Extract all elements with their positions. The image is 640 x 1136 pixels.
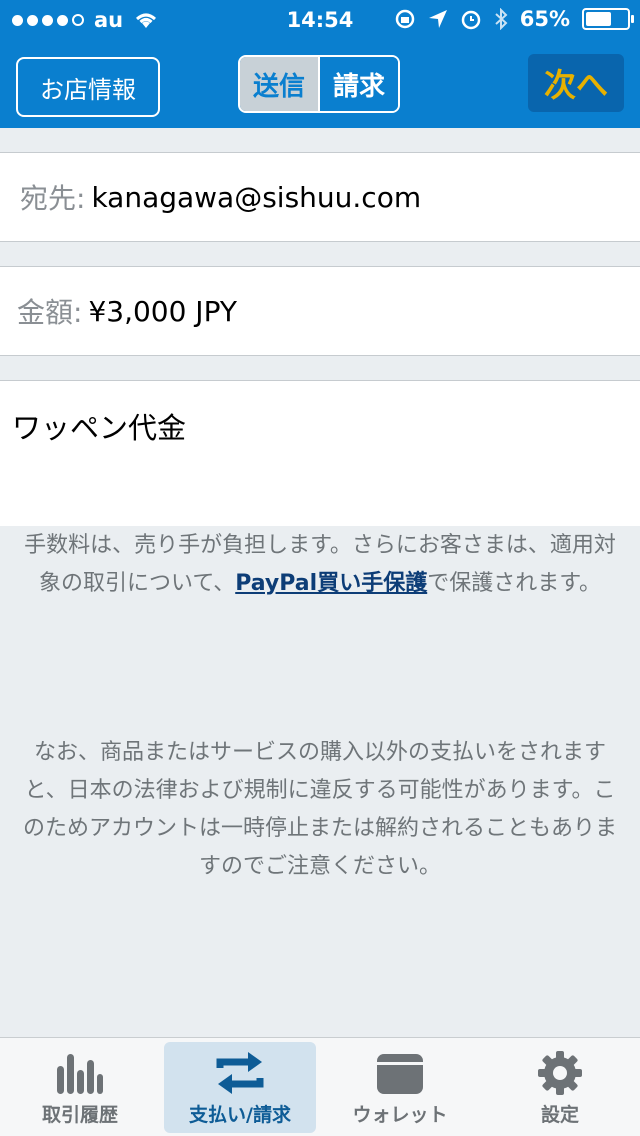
store-info-button[interactable]: お店情報 <box>16 57 160 117</box>
tab-settings[interactable]: 設定 <box>484 1042 636 1133</box>
legal-notice: なお、商品またはサービスの購入以外の支払いをされますと、日本の法律および規制に違… <box>22 740 617 879</box>
battery-icon <box>582 8 634 30</box>
segment-request[interactable]: 請求 <box>318 57 398 111</box>
location-icon <box>428 10 447 28</box>
fee-notice: 手数料は、売り手が負担します。さらにお客さまは、適用対象の取引について、PayP… <box>20 527 620 603</box>
rotation-lock-icon <box>395 9 414 29</box>
buyer-protection-link[interactable]: PayPal買い手保護 <box>235 571 427 596</box>
fee-text-end: で保護されます。 <box>427 571 602 596</box>
bluetooth-icon <box>495 8 508 30</box>
segment-send[interactable]: 送信 <box>240 57 318 111</box>
status-bar: au 14:54 65% <box>0 0 640 40</box>
amount-label: 金額: <box>17 296 83 329</box>
memo-field[interactable]: ワッペン代金 <box>0 380 640 526</box>
tab-wallet[interactable]: ウォレット <box>324 1042 476 1133</box>
tab-history[interactable]: 取引履歴 <box>4 1042 156 1133</box>
next-button[interactable]: 次へ <box>528 54 624 112</box>
recipient-value: kanagawa@sishuu.com <box>91 180 422 214</box>
tab-history-label: 取引履歴 <box>41 1104 118 1126</box>
tab-bar: 取引履歴 支払い/請求 ウォレット 設定 <box>0 1037 640 1136</box>
amount-field[interactable]: 金額: ¥3,000 JPY <box>0 266 640 356</box>
wallet-icon <box>377 1054 423 1094</box>
recipient-label: 宛先: <box>20 182 86 215</box>
tab-send-request[interactable]: 支払い/請求 <box>164 1042 316 1133</box>
gear-icon <box>538 1051 582 1095</box>
recipient-field[interactable]: 宛先: kanagawa@sishuu.com <box>0 152 640 242</box>
tab-settings-label: 設定 <box>540 1104 579 1126</box>
amount-value: ¥3,000 JPY <box>88 294 237 328</box>
transfer-arrows-icon <box>216 1052 264 1094</box>
send-request-segment: 送信 請求 <box>238 55 400 113</box>
bar-chart-icon <box>57 1054 103 1094</box>
top-bar: au 14:54 65% お店情報 送信 請求 次へ <box>0 0 640 128</box>
tab-wallet-label: ウォレット <box>352 1104 448 1126</box>
tab-send-request-label: 支払い/請求 <box>189 1104 291 1126</box>
alarm-icon <box>461 10 480 30</box>
battery-percent: 65% <box>519 7 570 31</box>
